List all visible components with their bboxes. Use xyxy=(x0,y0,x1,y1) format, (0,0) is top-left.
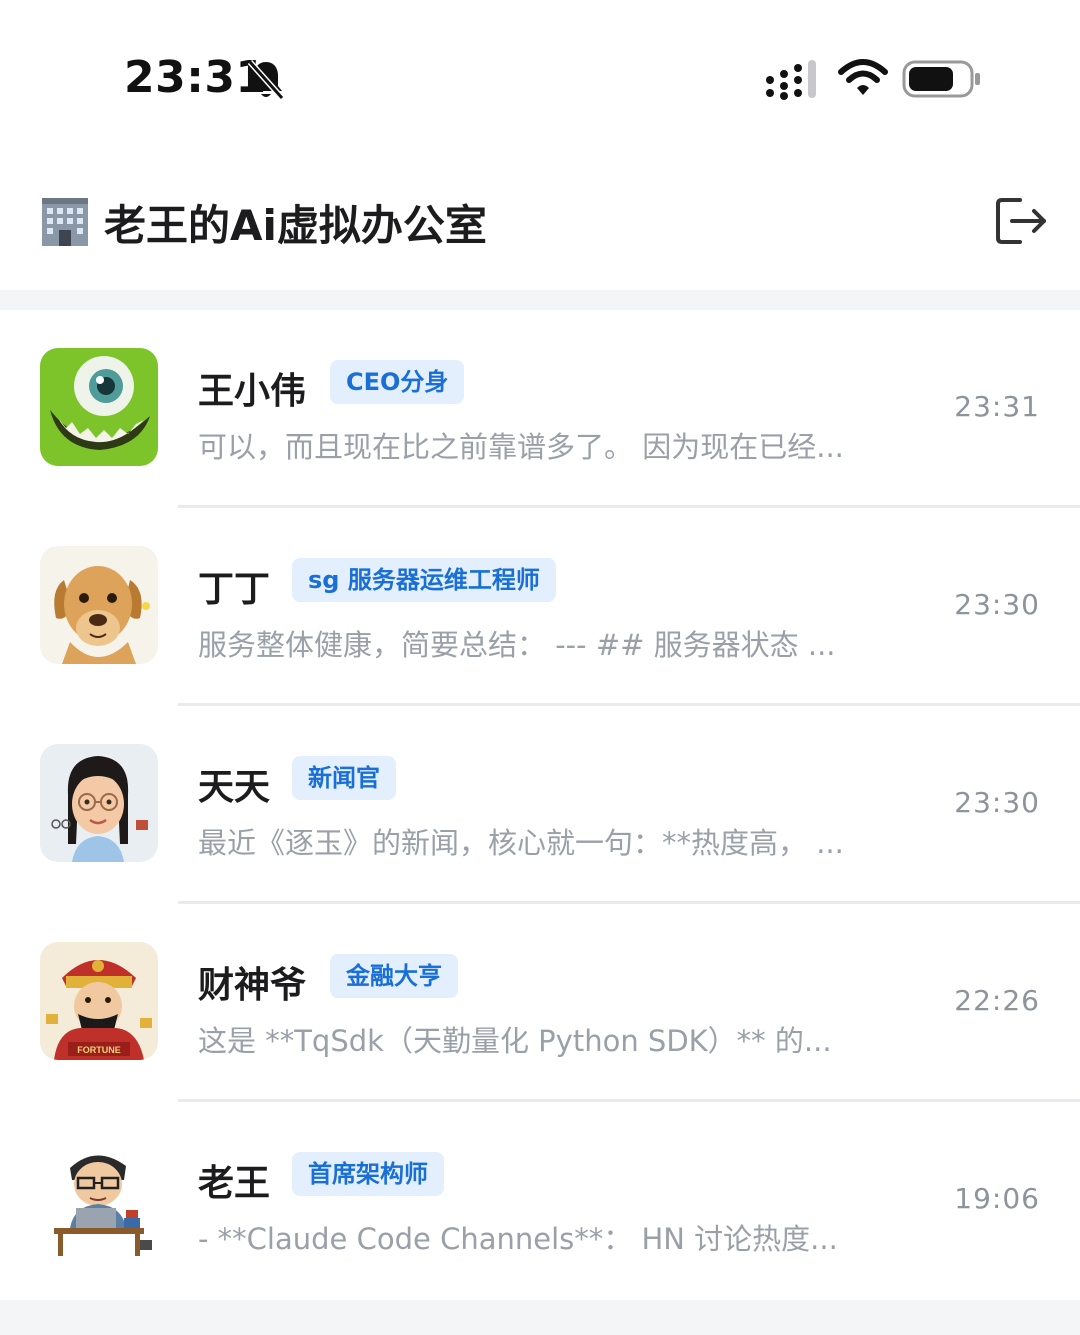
chat-list: 王小伟 CEO分身 可以，而且现在比之前靠谱多了。 因为现在已经... 23:3… xyxy=(0,310,1080,1300)
signal-icon xyxy=(766,60,816,100)
app-header: 老王的Ai虚拟办公室 xyxy=(0,150,1080,290)
logout-icon[interactable] xyxy=(990,194,1050,248)
contact-name: 老王 xyxy=(198,1163,271,1204)
page-title: 老王的Ai虚拟办公室 xyxy=(104,201,487,250)
message-time: 22:26 xyxy=(954,984,1040,1017)
message-time: 23:30 xyxy=(954,588,1040,621)
god-of-wealth-avatar: FORTUNE xyxy=(40,942,158,1060)
chat-row-tiantian[interactable]: 天天 新闻官 最近《逐玉》的新闻，核心就一句：**热度高， ... 23:30 xyxy=(0,706,1080,904)
message-time: 19:06 xyxy=(954,1182,1040,1215)
role-badge: 金融大亨 xyxy=(330,954,458,998)
chat-row-dingding[interactable]: 丁丁 sg 服务器运维工程师 服务整体健康，简要总结： --- ## 服务器状态… xyxy=(0,508,1080,706)
green-one-eyed-monster-avatar xyxy=(40,348,158,466)
message-preview: 这是 **TqSdk（天勤量化 Python SDK）** 的... xyxy=(198,1024,832,1058)
contact-name: 王小伟 xyxy=(198,371,307,412)
message-preview: - **Claude Code Channels**： HN 讨论热度... xyxy=(198,1222,838,1256)
message-time: 23:30 xyxy=(954,786,1040,819)
role-badge: 新闻官 xyxy=(292,756,396,800)
battery-icon xyxy=(902,60,980,98)
chat-row-laowang[interactable]: 老王 首席架构师 - **Claude Code Channels**： HN … xyxy=(0,1102,1080,1300)
role-badge: 首席架构师 xyxy=(292,1152,444,1196)
golden-retriever-dog-avatar xyxy=(40,546,158,664)
message-preview: 最近《逐玉》的新闻，核心就一句：**热度高， ... xyxy=(198,826,844,860)
chat-row-wang-xiaowei[interactable]: 王小伟 CEO分身 可以，而且现在比之前靠谱多了。 因为现在已经... 23:3… xyxy=(0,310,1080,508)
status-bar: 23:31 xyxy=(0,0,1080,150)
message-preview: 可以，而且现在比之前靠谱多了。 因为现在已经... xyxy=(198,430,844,464)
contact-name: 天天 xyxy=(198,767,271,808)
role-badge: sg 服务器运维工程师 xyxy=(292,558,556,602)
wifi-icon xyxy=(838,59,888,95)
bell-slash-icon xyxy=(247,60,285,100)
office-building-icon xyxy=(42,198,88,246)
chat-row-caishenye[interactable]: FORTUNE 财神爷 金融大亨 这是 **TqSdk（天勤量化 Python … xyxy=(0,904,1080,1102)
message-time: 23:31 xyxy=(954,390,1040,423)
role-badge: CEO分身 xyxy=(330,360,465,404)
message-preview: 服务整体健康，简要总结： --- ## 服务器状态 ... xyxy=(198,628,836,662)
contact-name: 财神爷 xyxy=(198,965,307,1006)
list-bottom-spacer xyxy=(0,1300,1080,1335)
programmer-at-desk-avatar xyxy=(40,1140,158,1258)
girl-with-glasses-avatar xyxy=(40,744,158,862)
avatar-fortune-text: FORTUNE xyxy=(77,1045,121,1055)
contact-name: 丁丁 xyxy=(198,569,271,610)
